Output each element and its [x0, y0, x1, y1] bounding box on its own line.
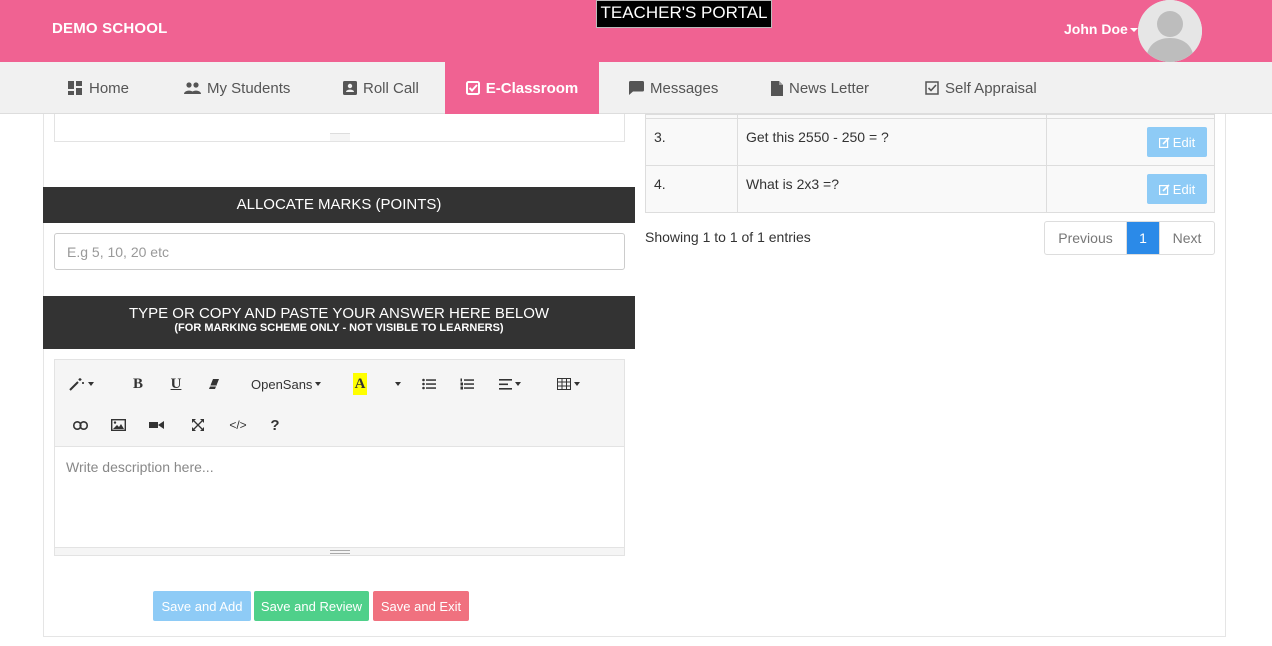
ordered-list-button[interactable]: [459, 373, 475, 395]
image-button[interactable]: [109, 414, 127, 436]
main-nav: Home My Students Roll Call E-Classroom M…: [0, 62, 1272, 114]
edit-label: Edit: [1172, 134, 1196, 150]
question-number: 4.: [645, 165, 738, 213]
question-number: 3.: [645, 118, 738, 166]
avatar[interactable]: [1138, 0, 1202, 62]
answer-header: TYPE OR COPY AND PASTE YOUR ANSWER HERE …: [43, 296, 635, 349]
user-name: John Doe: [1064, 21, 1128, 37]
bullet-list-button[interactable]: [421, 373, 437, 395]
nav-item-news-letter[interactable]: News Letter: [771, 62, 869, 114]
nav-item-e-classroom[interactable]: E-Classroom: [445, 62, 599, 114]
highlight-color-button[interactable]: A: [353, 373, 367, 395]
resize-grip-icon: [330, 550, 350, 554]
top-header: DEMO SCHOOL TEACHER'S PORTAL John Doe: [0, 0, 1272, 62]
edit-button[interactable]: Edit: [1147, 174, 1207, 204]
nav-item-roll-call[interactable]: Roll Call: [343, 62, 419, 114]
resize-grip-icon[interactable]: [330, 133, 350, 141]
page-1-button[interactable]: 1: [1126, 222, 1159, 254]
next-page-button[interactable]: Next: [1159, 222, 1214, 254]
code-view-button[interactable]: </>: [227, 414, 249, 436]
answer-title: TYPE OR COPY AND PASTE YOUR ANSWER HERE …: [128, 305, 550, 322]
edit-label: Edit: [1172, 181, 1196, 197]
nav-item-home[interactable]: Home: [68, 62, 129, 114]
nav-item-my-students[interactable]: My Students: [184, 62, 290, 114]
table-icon: [557, 378, 571, 390]
table-row: 3. Get this 2550 - 250 = ?: [645, 118, 1215, 166]
caret-down-icon: [574, 382, 580, 386]
chat-icon: [629, 81, 644, 95]
editor-toolbar: B U OpenSans A </> ?: [55, 360, 624, 447]
magic-wand-icon: [69, 378, 84, 391]
nav-item-self-appraisal[interactable]: Self Appraisal: [925, 62, 1037, 114]
edit-icon: [1158, 183, 1170, 195]
pagination: Previous 1 Next: [1044, 221, 1215, 255]
caret-down-icon: [394, 382, 401, 386]
question-text: What is 2x3 =?: [737, 165, 1047, 213]
style-button[interactable]: [69, 373, 94, 395]
nav-label: News Letter: [789, 79, 870, 97]
marks-input[interactable]: [54, 233, 625, 270]
answer-subtitle: (FOR MARKING SCHEME ONLY - NOT VISIBLE T…: [174, 322, 504, 334]
caret-down-icon: [1129, 28, 1138, 33]
font-family-label: OpenSans: [251, 376, 313, 392]
edit-icon: [1158, 136, 1170, 148]
eraser-icon: [209, 379, 219, 389]
link-button[interactable]: [71, 414, 89, 436]
paragraph-align-button[interactable]: [499, 373, 521, 395]
nav-label: Self Appraisal: [945, 79, 1037, 97]
answer-editor: B U OpenSans A </> ? Write description h…: [54, 359, 625, 556]
video-button[interactable]: [147, 414, 165, 436]
nav-label: E-Classroom: [485, 79, 579, 97]
caret-down-icon: [88, 382, 94, 386]
check-box-icon: [925, 81, 939, 95]
save-and-exit-button[interactable]: Save and Exit: [373, 591, 469, 621]
help-button[interactable]: ?: [267, 414, 283, 436]
caret-down-icon: [515, 382, 521, 386]
expand-icon: [192, 419, 204, 431]
nav-label: Home: [89, 79, 130, 97]
color-dropdown-button[interactable]: [389, 373, 403, 395]
underline-button[interactable]: U: [167, 373, 185, 395]
image-icon: [110, 419, 126, 431]
bullet-list-icon: [422, 378, 436, 390]
previous-page-button[interactable]: Previous: [1045, 222, 1126, 254]
check-square-icon: [465, 81, 480, 95]
allocate-marks-title: ALLOCATE MARKS (POINTS): [236, 196, 442, 213]
avatar-person-icon: [1138, 0, 1202, 62]
contact-card-icon: [343, 81, 357, 95]
caret-down-icon: [315, 382, 322, 386]
editor-placeholder[interactable]: Write description here...: [66, 459, 214, 475]
table-row: 4. What is 2x3 =?: [645, 165, 1215, 213]
table-info: Showing 1 to 1 of 1 entries: [645, 229, 811, 245]
people-icon: [184, 82, 201, 94]
nav-item-messages[interactable]: Messages: [629, 62, 718, 114]
eraser-button[interactable]: [205, 373, 223, 395]
question-text: Get this 2550 - 250 = ?: [737, 118, 1047, 166]
table-button[interactable]: [557, 373, 580, 395]
font-family-select[interactable]: OpenSans: [251, 373, 322, 395]
fullscreen-button[interactable]: [189, 414, 207, 436]
user-menu[interactable]: John Doe: [1064, 21, 1138, 37]
previous-editor-bottom: [54, 114, 625, 142]
editor-resize-bar[interactable]: [55, 547, 624, 555]
school-brand[interactable]: DEMO SCHOOL: [52, 20, 168, 37]
video-icon: [148, 421, 164, 429]
save-and-review-button[interactable]: Save and Review: [254, 591, 369, 621]
allocate-marks-header: ALLOCATE MARKS (POINTS): [43, 187, 635, 223]
nav-label: My Students: [207, 79, 291, 97]
nav-label: Messages: [650, 79, 719, 97]
save-and-add-button[interactable]: Save and Add: [153, 591, 251, 621]
dashboard-icon: [68, 81, 82, 95]
link-icon: [72, 420, 88, 430]
document-icon: [771, 80, 783, 96]
edit-button[interactable]: Edit: [1147, 127, 1207, 157]
nav-label: Roll Call: [363, 79, 419, 97]
questions-table: 3. Get this 2550 - 250 = ? 4. What is 2x…: [645, 114, 1215, 213]
portal-title: TEACHER'S PORTAL: [596, 0, 772, 28]
numbered-list-icon: [460, 378, 474, 390]
bold-button[interactable]: B: [129, 373, 147, 395]
align-left-icon: [499, 378, 512, 390]
